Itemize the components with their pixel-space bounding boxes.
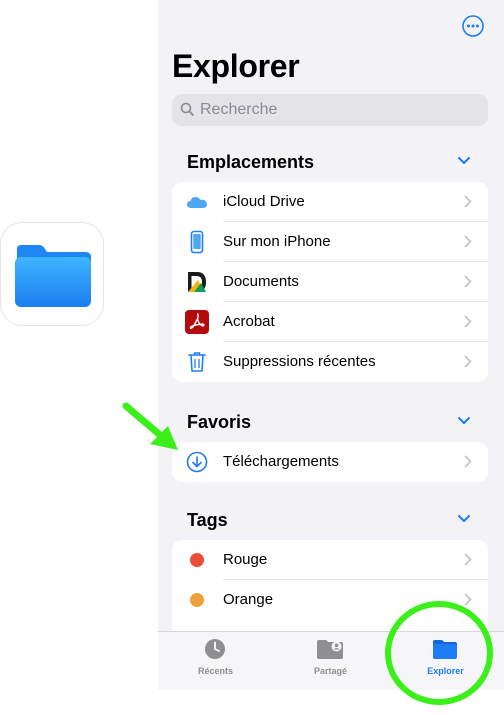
page-title: Explorer [172, 48, 300, 84]
tag-item-red[interactable]: Rouge [172, 540, 488, 580]
trash-icon [188, 352, 206, 372]
annotation-circle [385, 601, 493, 705]
search-placeholder: Recherche [200, 101, 278, 118]
location-item-on-my-iphone[interactable]: Sur mon iPhone [172, 222, 488, 262]
files-explorer-screen: Explorer Recherche Emplacements iCloud D… [158, 0, 504, 690]
download-icon [186, 451, 208, 473]
chevron-down-icon [458, 417, 470, 424]
acrobat-icon [185, 310, 209, 334]
shared-folder-icon [317, 640, 343, 659]
section-title-favorites: Favoris [187, 412, 252, 432]
chevron-right-icon [464, 275, 472, 288]
location-item-recently-deleted[interactable]: Suppressions récentes [172, 342, 488, 382]
documents-app-icon [188, 272, 206, 292]
location-label: iCloud Drive [223, 193, 305, 210]
location-label: Acrobat [223, 313, 275, 330]
location-label: Sur mon iPhone [223, 233, 331, 250]
tab-label: Partagé [313, 666, 348, 676]
tag-label: Orange [223, 591, 274, 608]
favorites-list: Téléchargements [172, 442, 488, 482]
tag-label: Rouge [223, 551, 268, 568]
files-app-icon [0, 222, 104, 326]
location-item-acrobat[interactable]: Acrobat [172, 302, 488, 342]
chevron-right-icon [464, 235, 472, 248]
locations-list: iCloud Drive Sur mon iPhone Documents Ac… [172, 182, 488, 382]
location-item-documents[interactable]: Documents [172, 262, 488, 302]
chevron-right-icon [464, 355, 472, 368]
more-button[interactable] [461, 14, 485, 38]
chevron-right-icon [464, 455, 472, 468]
chevron-right-icon [464, 593, 472, 606]
location-item-icloud[interactable]: iCloud Drive [172, 182, 488, 222]
iphone-icon [190, 230, 204, 254]
chevron-right-icon [464, 553, 472, 566]
annotation-arrow [122, 402, 178, 450]
chevron-down-icon [458, 157, 470, 164]
section-header-tags[interactable]: Tags [158, 506, 504, 536]
tag-color-dot [185, 588, 209, 612]
section-title-locations: Emplacements [187, 152, 315, 172]
search-field[interactable]: Recherche [172, 94, 488, 126]
chevron-right-icon [464, 315, 472, 328]
ellipsis-circle-icon [462, 15, 484, 37]
chevron-down-icon [458, 515, 470, 522]
favorite-item-downloads[interactable]: Téléchargements [172, 442, 488, 482]
chevron-right-icon [464, 195, 472, 208]
favorite-label: Téléchargements [223, 453, 339, 470]
icloud-icon [187, 197, 207, 208]
search-icon [180, 102, 194, 116]
section-title-tags: Tags [187, 510, 228, 530]
location-label: Documents [223, 273, 299, 290]
section-header-locations[interactable]: Emplacements [158, 148, 504, 178]
tab-recents[interactable]: Récents [158, 632, 273, 690]
tag-color-dot [185, 548, 209, 572]
location-label: Suppressions récentes [223, 353, 376, 370]
tab-label: Récents [197, 666, 233, 676]
tab-shared[interactable]: Partagé [273, 632, 388, 690]
clock-icon [205, 639, 225, 659]
folder-icon [15, 245, 91, 307]
section-header-favorites[interactable]: Favoris [158, 408, 504, 438]
